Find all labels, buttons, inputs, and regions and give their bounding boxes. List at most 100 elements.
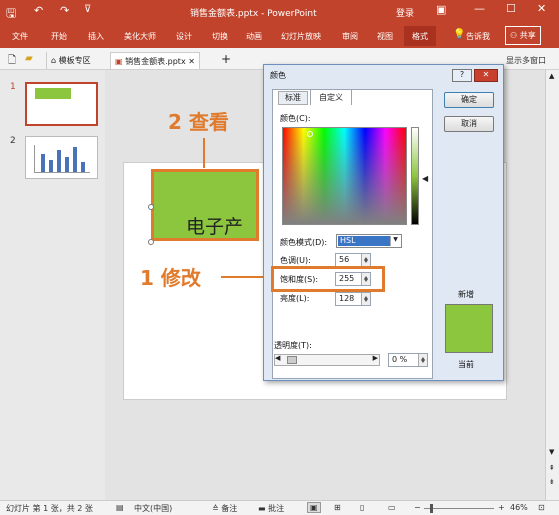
tab-custom[interactable]: 自定义 [310,89,352,105]
green-shape[interactable]: 电子产 [151,169,259,241]
color-spectrum[interactable] [282,127,407,225]
selection-handle[interactable] [148,204,154,210]
transparency-spinner[interactable] [418,354,427,366]
thumbnail-chart-bar [49,160,53,172]
status-bar: 幻灯片 第 1 张，共 2 张 ▤ 中文(中国) ≙ 备注 ▬ 批注 ▣ ⊞ ▯… [0,500,559,515]
thumbnail-chart-bar [65,157,69,172]
thumbnail-chart [34,145,90,173]
spellcheck-icon[interactable]: ▤ [116,503,124,512]
doc-tab-file[interactable]: ▣ 销售金额表.pptx ✕ [110,52,200,69]
minimize-icon[interactable]: — [474,2,485,15]
close-icon[interactable]: ✕ [537,2,546,15]
annotation-line [203,138,205,168]
thumbnail-slide-1[interactable] [25,82,98,126]
tab-animations[interactable]: 动画 [246,31,262,42]
luminance-label: 亮度(L): [280,294,310,303]
tell-me-input[interactable]: 告诉我 [466,31,490,42]
comments-button[interactable]: ▬ 批注 [258,503,284,514]
tab-standard[interactable]: 标准 [278,91,308,105]
thumbnail-chart-bar [41,154,45,172]
share-button[interactable]: ⚇ 共享 [505,26,541,45]
vertical-scrollbar[interactable]: ▲ ▼ ⇞ ⇟ [545,70,559,500]
slider-thumb[interactable] [287,356,297,364]
zoom-in-button[interactable]: + [498,503,505,512]
hue-input[interactable]: 56 [335,253,371,267]
notes-label: 备注 [221,504,238,513]
login-link[interactable]: 登录 [396,6,414,19]
current-color-swatch [445,329,493,353]
luminance-input[interactable]: 128 [335,292,371,306]
new-color-swatch [445,304,493,329]
spectrum-crosshair[interactable] [307,131,313,137]
reading-view-icon[interactable]: ▯ [360,503,364,512]
thumbnail-green-block [35,88,71,99]
dialog-close-button[interactable]: ✕ [474,69,498,82]
template-tab-label: 模板专区 [58,56,91,65]
thumbnail-slide-2[interactable] [25,136,98,179]
redo-icon[interactable]: ↷ [60,4,69,17]
color-mode-select[interactable]: HSL ▼ [336,234,402,248]
window-title: 销售金额表.pptx - PowerPoint [190,9,317,19]
tab-home[interactable]: 开始 [51,31,67,42]
annotation-step-2: 2 查看 [168,110,229,134]
luminance-spinner[interactable] [361,293,370,305]
slider-right-icon[interactable]: ▶ [373,354,378,362]
zoom-level[interactable]: 46% [510,503,528,512]
color-mode-value: HSL [338,236,390,246]
language-status[interactable]: 中文(中国) [134,503,172,514]
save-icon[interactable]: 🖫 [6,4,16,25]
luminance-pointer-icon[interactable]: ◀ [422,174,428,183]
tab-review[interactable]: 审阅 [342,31,358,42]
customize-quick-access-icon[interactable]: ⊽ [84,4,91,15]
tab-insert[interactable]: 插入 [88,31,104,42]
cancel-button[interactable]: 取消 [444,116,494,132]
transparency-slider[interactable]: ◀ ▶ [274,354,380,366]
previous-slide-icon[interactable]: ⇞ [549,464,555,472]
undo-icon[interactable]: ↶ [34,4,43,17]
tab-design[interactable]: 设计 [176,31,192,42]
zoom-out-button[interactable]: − [414,503,421,512]
normal-view-icon[interactable]: ▣ [307,502,321,513]
tab-slideshow[interactable]: 幻灯片放映 [281,31,321,42]
thumbnail-number: 1 [10,82,16,92]
color-mode-label: 颜色模式(D): [280,238,328,247]
add-tab-button[interactable]: + [221,52,231,66]
pptx-file-icon: ▣ [115,57,123,66]
slideshow-view-icon[interactable]: ▭ [388,503,396,512]
folder-icon[interactable]: ▰ [25,53,33,64]
maximize-icon[interactable]: ☐ [506,2,516,15]
slide-count: 幻灯片 第 1 张，共 2 张 [6,504,93,513]
hue-spinner[interactable] [361,254,370,266]
scroll-up-icon[interactable]: ▲ [549,72,554,80]
new-document-icon[interactable]: 🗋 [8,53,16,70]
slide-sorter-icon[interactable]: ⊞ [334,503,341,512]
tab-close-icon[interactable]: ✕ [188,57,195,66]
dropdown-arrow-icon: ▼ [390,236,400,246]
file-tab-label: 销售金额表.pptx [125,57,186,66]
notes-button[interactable]: ≙ 备注 [212,503,237,514]
ribbon-tabs: 文件 开始 插入 美化大师 设计 切换 动画 幻灯片放映 审阅 视图 格式 💡 … [0,24,559,48]
ribbon-options-icon[interactable]: ▣ [436,3,446,16]
slider-left-icon[interactable]: ◀ [275,354,280,362]
tab-file[interactable]: 文件 [12,31,28,42]
hue-label: 色调(U): [280,256,311,265]
zoom-slider[interactable] [424,504,494,513]
tab-beautify[interactable]: 美化大师 [124,31,156,42]
transparency-input[interactable]: 0 % [388,353,428,367]
thumbnail-number: 2 [10,136,16,146]
multi-window-label[interactable]: 显示多窗口 [506,55,546,66]
doc-tab-template[interactable]: ⌂ 模板专区 [46,52,95,69]
thumbnail-chart-bar [81,162,85,172]
scroll-down-icon[interactable]: ▼ [549,448,554,456]
fit-slide-icon[interactable]: ⊡ [538,503,545,512]
zoom-slider-thumb[interactable] [430,504,433,513]
selection-handle[interactable] [148,239,154,245]
tab-format[interactable]: 格式 [404,26,436,46]
tab-transitions[interactable]: 切换 [212,31,228,42]
next-slide-icon[interactable]: ⇟ [549,478,555,486]
ok-button[interactable]: 确定 [444,92,494,108]
luminance-bar[interactable] [411,127,419,225]
tab-view[interactable]: 视图 [377,31,393,42]
help-button[interactable]: ? [452,69,472,82]
hue-value: 56 [339,255,350,264]
